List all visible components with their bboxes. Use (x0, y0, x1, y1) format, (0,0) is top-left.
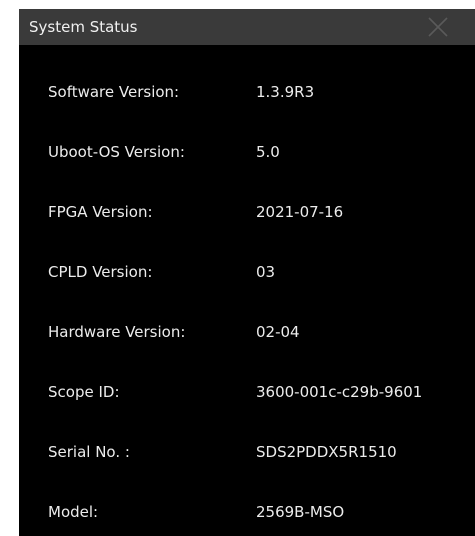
dialog-title: System Status (29, 18, 138, 36)
software-version-label: Software Version: (48, 83, 180, 101)
model-value: 2569B-MSO (256, 503, 345, 521)
serial-no-label: Serial No. : (48, 443, 130, 461)
fpga-version-value: 2021-07-16 (256, 203, 344, 221)
dialog-titlebar: System Status (19, 9, 475, 45)
hardware-version-value: 02-04 (256, 323, 300, 341)
hardware-version-label: Hardware Version: (48, 323, 186, 341)
close-icon[interactable] (424, 13, 452, 41)
scope-id-value: 3600-001c-c29b-9601 (256, 383, 423, 401)
model-label: Model: (48, 503, 99, 521)
serial-no-value: SDS2PDDX5R1510 (256, 443, 397, 461)
row-model: Model: 2569B-MSO (19, 497, 475, 527)
uboot-os-version-value: 5.0 (256, 143, 280, 161)
uboot-os-version-label: Uboot-OS Version: (48, 143, 185, 161)
row-serial-no: Serial No. : SDS2PDDX5R1510 (19, 437, 475, 467)
row-software-version: Software Version: 1.3.9R3 (19, 77, 475, 107)
row-fpga-version: FPGA Version: 2021-07-16 (19, 197, 475, 227)
row-uboot-os-version: Uboot-OS Version: 5.0 (19, 137, 475, 167)
fpga-version-label: FPGA Version: (48, 203, 153, 221)
cpld-version-value: 03 (256, 263, 276, 281)
row-hardware-version: Hardware Version: 02-04 (19, 317, 475, 347)
system-status-dialog: System Status Software Version: 1.3.9R3 … (19, 9, 475, 536)
software-version-value: 1.3.9R3 (256, 83, 315, 101)
scope-id-label: Scope ID: (48, 383, 120, 401)
row-scope-id: Scope ID: 3600-001c-c29b-9601 (19, 377, 475, 407)
cpld-version-label: CPLD Version: (48, 263, 153, 281)
row-cpld-version: CPLD Version: 03 (19, 257, 475, 287)
